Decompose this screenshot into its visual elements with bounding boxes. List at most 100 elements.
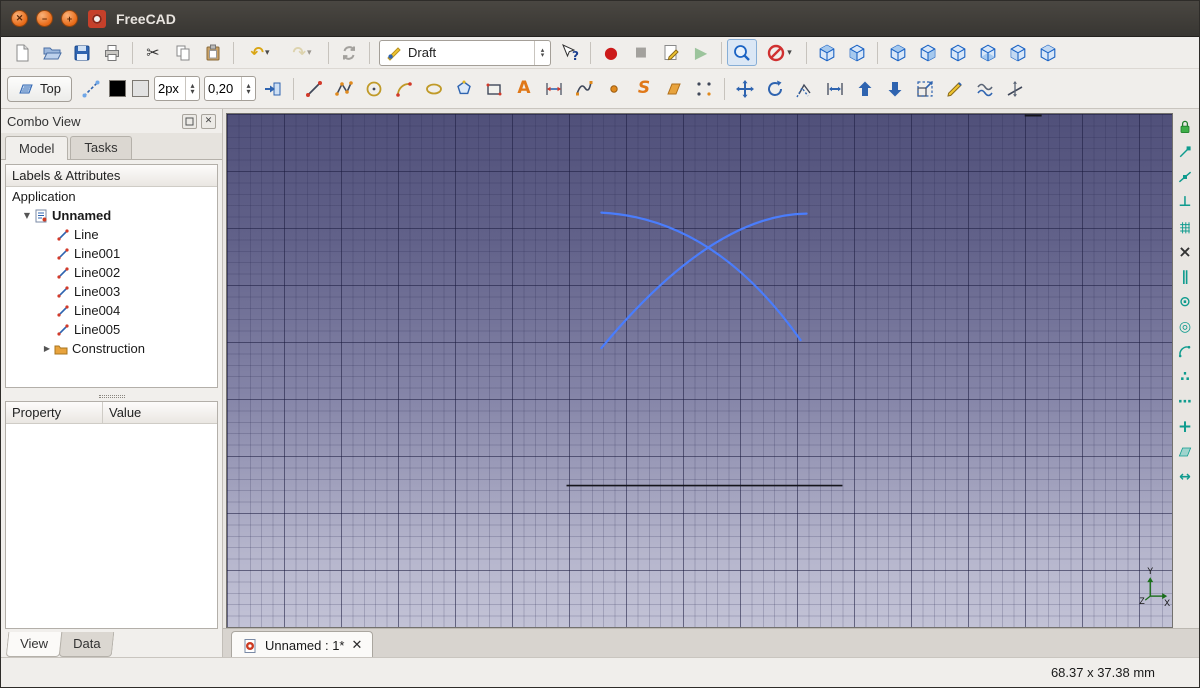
draft-rotate-button[interactable] [760,75,790,102]
draft-bspline-button[interactable] [569,75,599,102]
snap-near-button[interactable]: ⊙ [1173,290,1197,314]
macro-edit-button[interactable] [656,39,686,66]
snap-parallel-button[interactable]: ∥ [1173,265,1197,289]
snap-dimensions-button[interactable]: ↔ [1173,465,1197,489]
tab-data[interactable]: Data [58,632,115,657]
face-color-swatch[interactable] [131,80,149,97]
save-button[interactable] [67,39,97,66]
snap-intersection-button[interactable]: × [1173,240,1197,264]
view-fit-all-button[interactable] [727,39,757,66]
expander-open-icon[interactable]: ▼ [22,211,32,220]
view-front-button[interactable] [842,39,872,66]
tree-row-construction[interactable]: ▶ Construction [6,339,217,358]
draft-wire-to-bspline-button[interactable] [970,75,1000,102]
sketch-arc-2[interactable] [600,212,808,350]
draw-style-button[interactable]: ▾ [757,39,801,66]
draft-upgrade-button[interactable] [850,75,880,102]
line-width-input[interactable] [154,81,185,96]
snap-ortho-button[interactable]: ∴ [1173,365,1197,389]
window-close-button[interactable]: ✕ [11,10,28,27]
tab-close-icon[interactable]: ✕ [352,638,363,653]
refresh-button[interactable] [334,39,364,66]
draft-trimex-button[interactable] [820,75,850,102]
snap-midpoint-button[interactable] [1173,165,1197,189]
snap-special-button[interactable]: + [1173,415,1197,439]
draft-circle-button[interactable] [359,75,389,102]
cut-button[interactable]: ✂ [138,39,168,66]
draft-downgrade-button[interactable] [880,75,910,102]
snap-perpendicular-button[interactable]: ⊥ [1173,190,1197,214]
macro-execute-button[interactable]: ▶ [686,39,716,66]
tree-row-line003[interactable]: Line003 [6,282,217,301]
draft-line-button[interactable] [299,75,329,102]
view-rear-button[interactable] [943,39,973,66]
draft-rectangle-button[interactable] [479,75,509,102]
draft-arc-button[interactable] [389,75,419,102]
undo-button[interactable]: ↶ ▾ [239,39,281,66]
draft-offset-button[interactable] [790,75,820,102]
value-column-header[interactable]: Value [103,402,217,423]
redo-button[interactable]: ↷ ▾ [281,39,323,66]
snap-working-plane-button[interactable] [1173,440,1197,464]
tree-row-line[interactable]: Line [6,225,217,244]
panel-splitter[interactable] [1,392,222,401]
tree-row-line005[interactable]: Line005 [6,320,217,339]
property-column-header[interactable]: Property [6,402,103,423]
panel-close-button[interactable]: ✕ [201,113,216,129]
draft-slope-button[interactable] [1000,75,1030,102]
view-isometric-button[interactable] [812,39,842,66]
tab-view[interactable]: View [5,632,63,657]
new-document-button[interactable] [7,39,37,66]
view-bottom-button[interactable] [973,39,1003,66]
tree-row-line002[interactable]: Line002 [6,263,217,282]
draft-point-array-button[interactable] [689,75,719,102]
tab-tasks[interactable]: Tasks [70,136,132,159]
window-maximize-button[interactable]: + [61,10,78,27]
open-document-button[interactable] [37,39,67,66]
draft-move-button[interactable] [730,75,760,102]
autogroup-button[interactable] [258,75,288,102]
construction-mode-button[interactable] [76,75,106,102]
draft-scale-button[interactable] [910,75,940,102]
3d-viewport[interactable]: Y Z X [226,113,1173,628]
macro-record-button[interactable]: ● [596,39,626,66]
snap-endpoint-button[interactable] [1173,140,1197,164]
snap-grid-button[interactable] [1173,215,1197,239]
draft-dimension-button[interactable] [539,75,569,102]
window-minimize-button[interactable]: − [36,10,53,27]
text-scale-input[interactable] [204,81,241,96]
line-width-spinbox[interactable]: ▴▾ [153,76,200,101]
tab-model[interactable]: Model [5,136,69,160]
line-width-spinner[interactable]: ▴ ▾ [184,77,199,100]
snap-arc-button[interactable] [1173,340,1197,364]
workbench-selector[interactable]: Draft ▴ ▾ [379,39,551,66]
snap-lock-button[interactable] [1173,115,1197,139]
tree-row-line001[interactable]: Line001 [6,244,217,263]
draft-text-button[interactable]: A [509,75,539,102]
draft-ellipse-button[interactable] [419,75,449,102]
draft-facebinder-button[interactable] [659,75,689,102]
whats-this-button[interactable]: ? [555,39,585,66]
tree-row-document[interactable]: ▼ Unnamed [6,206,217,225]
document-tab[interactable]: Unnamed : 1* ✕ [231,631,374,659]
view-top-button[interactable] [883,39,913,66]
draft-shapestring-button[interactable]: S [629,75,659,102]
expander-closed-icon[interactable]: ▶ [42,344,52,353]
paste-button[interactable] [198,39,228,66]
view-left-button[interactable] [1003,39,1033,66]
sketch-arc-1[interactable] [600,211,802,342]
draft-polygon-button[interactable] [449,75,479,102]
macro-stop-button[interactable]: ■ [626,39,656,66]
draft-wire-button[interactable] [329,75,359,102]
snap-center-button[interactable]: ◎ [1173,315,1197,339]
working-plane-button[interactable]: Top [7,75,72,102]
copy-button[interactable] [168,39,198,66]
tree-row-line004[interactable]: Line004 [6,301,217,320]
text-scale-spinbox[interactable]: ▴▾ [203,76,256,101]
view-axonometric-button[interactable] [1033,39,1063,66]
view-right-button[interactable] [913,39,943,66]
tree-row-application[interactable]: Application [6,187,217,206]
line-color-swatch[interactable] [108,80,126,97]
text-scale-spinner[interactable]: ▴ ▾ [240,77,255,100]
draft-point-button[interactable] [599,75,629,102]
